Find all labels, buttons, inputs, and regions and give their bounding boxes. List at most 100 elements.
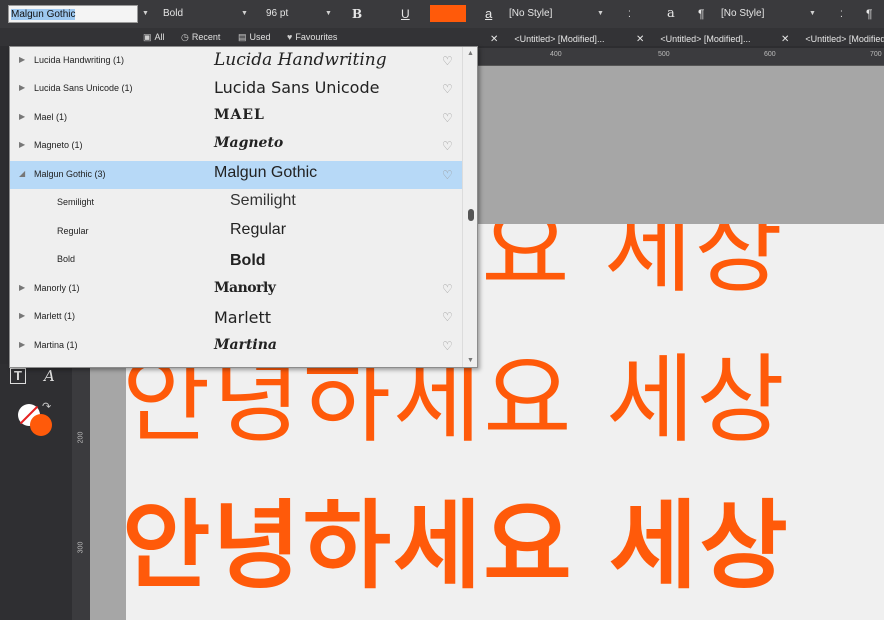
font-preview: Lucida Sans Unicode bbox=[214, 78, 380, 97]
frame-text-tool-icon[interactable]: T bbox=[10, 368, 26, 384]
pilcrow-icon[interactable]: ¶ bbox=[866, 5, 872, 23]
ruler-tick-label: 200 bbox=[77, 431, 85, 444]
tab-label: <Untitled> [Modified]... bbox=[514, 34, 605, 44]
font-list-item-selected[interactable]: ◢ Malgun Gothic (3) Malgun Gothic ♡ bbox=[10, 161, 462, 189]
tab-label: <Untitled> [Modified]... bbox=[660, 34, 751, 44]
font-preview: Manorly bbox=[214, 280, 276, 296]
tools-panel: T A bbox=[0, 364, 72, 620]
font-preview: MAEL bbox=[214, 107, 265, 123]
font-preview: Regular bbox=[230, 221, 287, 238]
expand-icon[interactable]: ▶ bbox=[19, 112, 25, 121]
font-preview: Martina bbox=[214, 337, 277, 353]
font-weight-item[interactable]: Bold Bold bbox=[10, 246, 462, 274]
document-tab[interactable]: ✕ <Untitled> [Modified]... bbox=[636, 31, 750, 47]
font-size-value[interactable]: 96 pt bbox=[266, 5, 288, 23]
font-list-item[interactable]: ▶ Magneto (1) Magneto ♡ bbox=[10, 132, 462, 160]
font-style-dropdown-icon[interactable]: ▼ bbox=[241, 5, 248, 23]
font-weight-name: Semilight bbox=[57, 197, 95, 207]
expand-icon[interactable]: ▶ bbox=[19, 311, 25, 320]
font-list-item[interactable]: ▶ Martina (1) Martina ♡ bbox=[10, 332, 462, 360]
scrollbar-thumb[interactable] bbox=[468, 209, 474, 221]
expand-icon[interactable]: ▶ bbox=[19, 340, 25, 349]
font-size-dropdown-icon[interactable]: ▼ bbox=[325, 5, 332, 23]
font-dropdown-list: ▶ Lucida Handwriting (1) Lucida Handwrit… bbox=[9, 46, 478, 368]
font-list-item[interactable]: ▶ Mael (1) MAEL ♡ bbox=[10, 104, 462, 132]
font-name: Marlett (1) bbox=[34, 311, 76, 321]
paragraph-style-options-icon[interactable]: ⁚ bbox=[840, 5, 843, 23]
expand-icon[interactable]: ▶ bbox=[19, 140, 25, 149]
font-name: Lucida Sans Unicode (1) bbox=[34, 83, 133, 93]
favourite-heart-icon[interactable]: ♡ bbox=[442, 282, 453, 296]
font-list-item[interactable]: ▶ Lucida Sans Unicode (1) Lucida Sans Un… bbox=[10, 75, 462, 103]
font-weight-item[interactable]: Regular Regular bbox=[10, 218, 462, 246]
font-preview: Semilight bbox=[230, 192, 296, 209]
filter-all[interactable]: ▣ All bbox=[143, 29, 165, 45]
horizontal-ruler: 400 500 600 700 bbox=[478, 48, 884, 66]
font-filter-bar: ▣ All ◷ Recent ▤ Used ♥ Favourites bbox=[0, 28, 884, 46]
scroll-up-icon[interactable]: ▲ bbox=[467, 50, 474, 57]
filter-recent-label: Recent bbox=[191, 32, 221, 42]
clock-icon: ◷ bbox=[181, 32, 189, 42]
ruler-tick-label: 400 bbox=[550, 51, 562, 58]
font-style-value[interactable]: Bold bbox=[163, 5, 183, 23]
font-name: Lucida Handwriting (1) bbox=[34, 55, 125, 65]
font-list-item[interactable]: ▶ Marlett (1) Marlett ♡ bbox=[10, 303, 462, 331]
favourite-heart-icon[interactable]: ♡ bbox=[442, 111, 453, 125]
document-tab[interactable]: ✕ <Untitled> [Modified]... bbox=[490, 31, 604, 47]
filter-used-label: Used bbox=[249, 32, 271, 42]
character-style-dropdown-icon[interactable]: ▼ bbox=[597, 5, 604, 23]
font-name: Malgun Gothic (3) bbox=[34, 169, 106, 179]
character-style-icon: a bbox=[485, 6, 493, 21]
swap-colors-icon[interactable]: ↷ bbox=[42, 400, 51, 413]
document-tab[interactable]: ✕ <Untitled> [Modified]... bbox=[781, 31, 884, 47]
ruler-tick-label: 600 bbox=[764, 51, 776, 58]
artistic-text-tool-icon[interactable]: A bbox=[44, 367, 55, 385]
font-preview: Marlett bbox=[214, 308, 272, 327]
font-family-field[interactable]: Malgun Gothic bbox=[8, 5, 138, 23]
font-list-item[interactable]: ▶ Manorly (1) Manorly ♡ bbox=[10, 275, 462, 303]
close-icon[interactable]: ✕ bbox=[490, 34, 498, 45]
filter-used[interactable]: ▤ Used bbox=[238, 29, 271, 45]
filter-favourites[interactable]: ♥ Favourites bbox=[287, 29, 337, 45]
font-name: Martina (1) bbox=[34, 340, 78, 350]
favourite-heart-icon[interactable]: ♡ bbox=[442, 82, 453, 96]
collapse-icon[interactable]: ◢ bbox=[19, 169, 25, 178]
font-list-scrollbar[interactable]: ▲ ▼ bbox=[462, 47, 477, 367]
close-icon[interactable]: ✕ bbox=[781, 34, 789, 45]
paragraph-style-value[interactable]: [No Style] bbox=[721, 5, 764, 23]
paragraph-style-dropdown-icon[interactable]: ▼ bbox=[809, 5, 816, 23]
character-style-options-icon[interactable]: ⁚ bbox=[628, 5, 631, 23]
close-icon[interactable]: ✕ bbox=[636, 34, 644, 45]
font-preview: Magneto bbox=[214, 135, 284, 151]
underline-button[interactable]: U bbox=[401, 5, 410, 23]
text-color-swatch[interactable] bbox=[430, 5, 466, 22]
font-name: Mael (1) bbox=[34, 112, 68, 122]
filter-recent[interactable]: ◷ Recent bbox=[181, 29, 220, 45]
style-a-icon[interactable]: a bbox=[667, 5, 675, 23]
font-list-item[interactable]: ▶ Lucida Handwriting (1) Lucida Handwrit… bbox=[10, 47, 462, 75]
expand-icon[interactable]: ▶ bbox=[19, 283, 25, 292]
canvas-text-bold[interactable]: 안녕하세요 세상 bbox=[126, 498, 790, 594]
document-icon: ▤ bbox=[238, 32, 247, 42]
scroll-down-icon[interactable]: ▼ bbox=[467, 357, 474, 364]
favourite-heart-icon[interactable]: ♡ bbox=[442, 310, 453, 324]
font-family-dropdown-icon[interactable]: ▼ bbox=[142, 5, 149, 23]
heart-icon: ♥ bbox=[287, 32, 293, 42]
character-style-value[interactable]: [No Style] bbox=[509, 5, 552, 23]
font-preview: Lucida Handwriting bbox=[214, 50, 387, 70]
bold-button[interactable]: B bbox=[352, 5, 362, 23]
expand-icon[interactable]: ▶ bbox=[19, 83, 25, 92]
font-name: Manorly (1) bbox=[34, 283, 80, 293]
font-weight-item[interactable]: Semilight Semilight bbox=[10, 189, 462, 217]
font-name: Magneto (1) bbox=[34, 140, 83, 150]
fill-swatch-orange[interactable] bbox=[30, 414, 52, 436]
app-window: Malgun Gothic ▼ Bold ▼ 96 pt ▼ B U a [No… bbox=[0, 0, 884, 620]
favourite-heart-icon[interactable]: ♡ bbox=[442, 339, 453, 353]
favourite-heart-icon[interactable]: ♡ bbox=[442, 139, 453, 153]
favourite-heart-icon[interactable]: ♡ bbox=[442, 168, 453, 182]
expand-icon[interactable]: ▶ bbox=[19, 55, 25, 64]
ruler-tick-label: 300 bbox=[77, 541, 85, 554]
filter-all-label: All bbox=[154, 32, 165, 42]
favourite-heart-icon[interactable]: ♡ bbox=[442, 54, 453, 68]
vertical-ruler: 200 300 bbox=[72, 368, 90, 620]
